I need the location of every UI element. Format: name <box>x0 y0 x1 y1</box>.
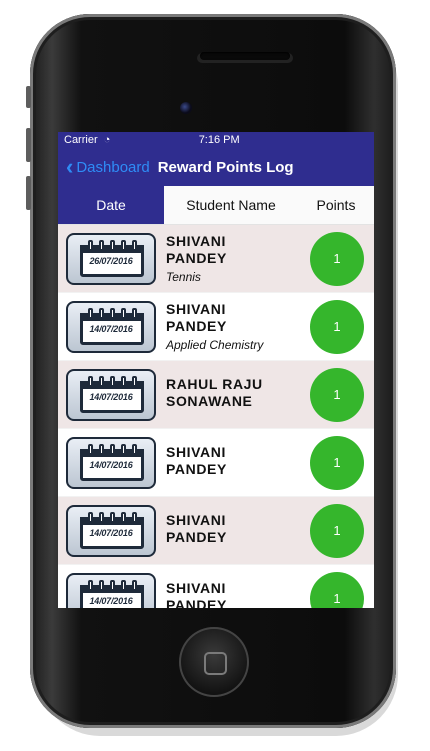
earpiece-speaker <box>200 52 290 60</box>
calendar-ring <box>121 579 126 591</box>
row-date: 26/07/2016 <box>89 255 133 266</box>
student-name-line2: PANDEY <box>166 318 227 334</box>
list-item[interactable]: 14/07/2016 SHIVANI PANDEY 1 <box>58 429 374 497</box>
back-button[interactable]: ‹ Dashboard <box>58 156 150 178</box>
list-item[interactable]: 26/07/2016 SHIVANI PANDEY Tennis 1 <box>58 225 374 293</box>
mute-switch <box>26 86 31 108</box>
activity-label: Tennis <box>166 270 201 284</box>
calendar-ring <box>132 239 137 251</box>
calendar-ring <box>88 307 93 319</box>
calendar-ring <box>110 375 115 387</box>
calendar-icon: 14/07/2016 <box>66 368 156 421</box>
volume-up-button <box>26 128 31 162</box>
carrier-label: Carrier <box>64 134 98 146</box>
calendar-ring <box>110 239 115 251</box>
wifi-icon: ◔ <box>103 134 111 146</box>
calendar-ring <box>110 511 115 523</box>
reward-log-list: 26/07/2016 SHIVANI PANDEY Tennis 1 14/07… <box>58 225 374 608</box>
calendar-ring <box>132 511 137 523</box>
status-bar: Carrier ◔ 7:16 PM <box>58 132 374 148</box>
volume-down-button <box>26 176 31 210</box>
row-date: 14/07/2016 <box>89 595 133 606</box>
page-title: Reward Points Log <box>157 158 294 176</box>
calendar-ring <box>132 443 137 455</box>
calendar-icon: 14/07/2016 <box>66 436 156 489</box>
calendar-ring <box>99 375 104 387</box>
student-info: SHIVANI PANDEY <box>156 444 310 481</box>
calendar-icon: 14/07/2016 <box>66 504 156 557</box>
calendar-ring <box>88 443 93 455</box>
row-date: 14/07/2016 <box>89 323 133 334</box>
navigation-bar: ‹ Dashboard Reward Points Log <box>58 148 374 186</box>
list-item[interactable]: 14/07/2016 SHIVANI PANDEY 1 <box>58 497 374 565</box>
calendar-ring <box>110 443 115 455</box>
calendar-ring <box>132 375 137 387</box>
student-name-line2: PANDEY <box>166 529 227 545</box>
calendar-ring <box>110 307 115 319</box>
carrier-group: Carrier ◔ <box>64 134 110 146</box>
row-date: 14/07/2016 <box>89 459 133 470</box>
calendar-ring <box>132 307 137 319</box>
list-item[interactable]: 14/07/2016 SHIVANI PANDEY 1 <box>58 565 374 608</box>
calendar-ring <box>121 307 126 319</box>
student-info: SHIVANI PANDEY <box>156 580 310 608</box>
tab-date[interactable]: Date <box>58 186 164 224</box>
calendar-ring <box>99 239 104 251</box>
calendar-icon: 14/07/2016 <box>66 572 156 608</box>
row-date: 14/07/2016 <box>89 391 133 402</box>
calendar-ring <box>121 239 126 251</box>
chevron-left-icon: ‹ <box>66 154 74 179</box>
calendar-icon: 14/07/2016 <box>66 300 156 353</box>
student-name-line1: SHIVANI <box>166 301 226 317</box>
calendar-ring <box>88 579 93 591</box>
calendar-ring <box>88 511 93 523</box>
points-badge: 1 <box>310 571 364 608</box>
student-name-line1: RAHUL RAJU <box>166 376 263 392</box>
points-badge: 1 <box>310 299 364 354</box>
student-info: RAHUL RAJU SONAWANE <box>156 376 310 413</box>
student-name-line2: PANDEY <box>166 461 227 477</box>
student-info: SHIVANI PANDEY Applied Chemistry <box>156 301 310 352</box>
student-name-line2: PANDEY <box>166 250 227 266</box>
calendar-ring <box>121 443 126 455</box>
calendar-ring <box>121 375 126 387</box>
calendar-ring <box>88 375 93 387</box>
calendar-ring <box>99 307 104 319</box>
student-name-line2: PANDEY <box>166 597 227 608</box>
column-tabs: Date Student Name Points <box>58 186 374 225</box>
calendar-ring <box>99 579 104 591</box>
calendar-ring <box>88 239 93 251</box>
tab-student-name[interactable]: Student Name <box>164 186 298 224</box>
student-info: SHIVANI PANDEY Tennis <box>156 233 310 284</box>
student-name-line1: SHIVANI <box>166 233 226 249</box>
row-date: 14/07/2016 <box>89 527 133 538</box>
calendar-ring <box>99 511 104 523</box>
calendar-ring <box>121 511 126 523</box>
student-info: SHIVANI PANDEY <box>156 512 310 549</box>
points-badge: 1 <box>310 435 364 490</box>
student-name-line1: SHIVANI <box>166 512 226 528</box>
home-square-icon <box>204 652 227 675</box>
calendar-ring <box>132 579 137 591</box>
calendar-ring <box>99 443 104 455</box>
app-screen: Carrier ◔ 7:16 PM ‹ Dashboard Reward Poi… <box>58 132 374 608</box>
list-item[interactable]: 14/07/2016 RAHUL RAJU SONAWANE 1 <box>58 361 374 429</box>
back-button-label: Dashboard <box>76 158 150 176</box>
list-item[interactable]: 14/07/2016 SHIVANI PANDEY Applied Chemis… <box>58 293 374 361</box>
tab-points[interactable]: Points <box>298 186 374 224</box>
activity-label: Applied Chemistry <box>166 338 264 352</box>
status-time: 7:16 PM <box>198 134 240 146</box>
calendar-ring <box>110 579 115 591</box>
student-name-line1: SHIVANI <box>166 580 226 596</box>
points-badge: 1 <box>310 231 364 286</box>
calendar-icon: 26/07/2016 <box>66 232 156 285</box>
student-name-line1: SHIVANI <box>166 444 226 460</box>
points-badge: 1 <box>310 503 364 558</box>
student-name-line2: SONAWANE <box>166 393 253 409</box>
points-badge: 1 <box>310 367 364 422</box>
front-camera-icon <box>180 102 192 114</box>
